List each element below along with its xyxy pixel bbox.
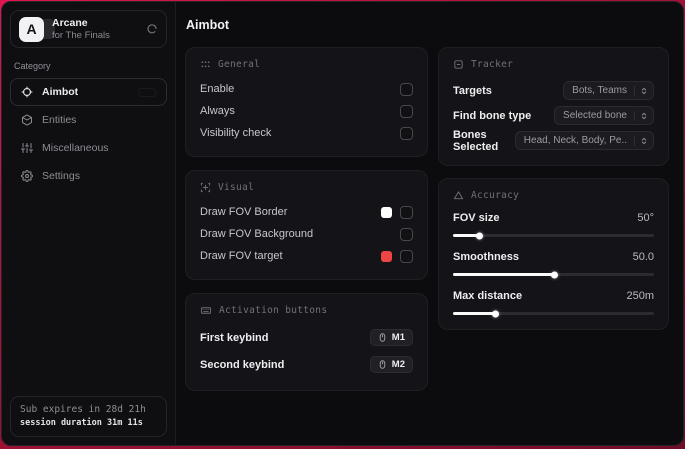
- brand-logo: A: [19, 16, 44, 42]
- setting-row-bones-selected: Bones Selected Head, Neck, Body, Pe..: [453, 128, 654, 153]
- brand-name: Arcane: [52, 16, 88, 29]
- scan-box-icon: [454, 60, 463, 69]
- gear-icon: [21, 170, 33, 182]
- card-visual: Visual Draw FOV Border Draw FOV Backgrou…: [185, 170, 428, 280]
- slider-thumb[interactable]: [492, 310, 500, 317]
- sidebar-item-label: Entities: [42, 114, 77, 126]
- sidebar-item-label: Settings: [42, 170, 80, 182]
- sidebar-item-entities[interactable]: Entities: [10, 106, 167, 134]
- page-title: Aimbot: [186, 18, 230, 32]
- draw-fov-border-checkbox[interactable]: [400, 205, 413, 219]
- card-title: General: [218, 59, 261, 70]
- crosshair-icon: [21, 86, 33, 98]
- setting-row-second-keybind: Second keybind M2: [200, 351, 413, 378]
- find-bone-type-dropdown[interactable]: Selected bone: [554, 106, 654, 125]
- sidebar-item-miscellaneous[interactable]: Miscellaneous: [10, 134, 167, 162]
- slider-row-smoothness: Smoothness 50.0: [453, 248, 654, 278]
- unfold-chevrons-icon: [634, 85, 653, 96]
- sidebar-item-settings[interactable]: Settings: [10, 162, 167, 190]
- setting-row-targets: Targets Bots, Teams: [453, 78, 654, 103]
- enable-checkbox[interactable]: [400, 82, 413, 96]
- max-distance-slider[interactable]: [453, 310, 654, 317]
- setting-row-first-keybind: First keybind M1: [200, 324, 413, 351]
- entities-box-icon: [22, 114, 32, 126]
- fov-target-color-swatch[interactable]: [381, 250, 392, 262]
- bones-selected-dropdown[interactable]: Head, Neck, Body, Pe..: [514, 131, 654, 150]
- card-activation-buttons: Activation buttons First keybind M1 Seco…: [185, 293, 428, 391]
- always-checkbox[interactable]: [400, 104, 413, 118]
- max-distance-value: 250m: [626, 290, 654, 302]
- slider-row-max-distance: Max distance 250m: [453, 287, 654, 317]
- mouse-icon: [379, 333, 385, 342]
- triangle-icon: [453, 191, 464, 200]
- sidebar: A Arcane for The Finals Category Aimbot: [2, 2, 176, 445]
- setting-row-visibility-check: Visibility check: [200, 122, 413, 144]
- visibility-check-checkbox[interactable]: [400, 126, 413, 140]
- setting-row-draw-fov-background: Draw FOV Background: [200, 223, 413, 245]
- sidebar-item-label: Miscellaneous: [42, 142, 109, 154]
- refresh-icon[interactable]: [146, 23, 158, 35]
- smoothness-slider[interactable]: [453, 271, 654, 278]
- setting-row-draw-fov-border: Draw FOV Border: [200, 201, 413, 223]
- slider-thumb[interactable]: [550, 271, 558, 278]
- slider-thumb[interactable]: [476, 232, 484, 239]
- targets-dropdown[interactable]: Bots, Teams: [563, 81, 654, 100]
- second-keybind-button[interactable]: M2: [369, 356, 413, 373]
- session-duration-text: session duration 31m 11s: [20, 418, 143, 428]
- smoothness-value: 50.0: [632, 251, 654, 263]
- card-title: Accuracy: [471, 190, 520, 201]
- setting-row-enable: Enable: [200, 78, 413, 100]
- brand-subtitle: for The Finals: [52, 29, 110, 41]
- card-title: Activation buttons: [219, 305, 328, 316]
- sub-expiry-text: Sub expires in 28d 21h: [20, 404, 146, 415]
- keybind-hint-placeholder: [138, 87, 156, 97]
- subscription-info: Sub expires in 28d 21h session duration …: [10, 396, 167, 437]
- sidebar-item-label: Aimbot: [42, 86, 79, 98]
- unfold-chevrons-icon: [634, 110, 653, 121]
- setting-row-draw-fov-target: Draw FOV target: [200, 245, 413, 267]
- card-title: Tracker: [471, 59, 514, 70]
- setting-row-always: Always: [200, 100, 413, 122]
- draw-fov-background-checkbox[interactable]: [400, 227, 413, 241]
- first-keybind-button[interactable]: M1: [369, 329, 413, 346]
- category-label: Category: [14, 61, 51, 71]
- unfold-chevrons-icon: [634, 135, 653, 146]
- sidebar-item-aimbot[interactable]: Aimbot: [10, 78, 167, 106]
- brand-header: A Arcane for The Finals: [10, 10, 167, 48]
- grid-dots-icon: [201, 61, 210, 68]
- card-title: Visual: [218, 182, 255, 193]
- card-accuracy: Accuracy FOV size 50° Smoothness 50.0 Ma…: [438, 178, 669, 330]
- fov-size-value: 50°: [637, 212, 654, 224]
- mouse-icon: [379, 360, 385, 369]
- fov-border-color-swatch[interactable]: [381, 206, 392, 218]
- keyboard-icon: [200, 307, 212, 314]
- card-general: General Enable Always Visibility check: [185, 47, 428, 157]
- main-content: Aimbot General Enable Always Visibility …: [176, 2, 683, 445]
- plus-box-icon: [200, 182, 211, 193]
- fov-size-slider[interactable]: [453, 232, 654, 239]
- draw-fov-target-checkbox[interactable]: [400, 249, 413, 263]
- app-window: A Arcane for The Finals Category Aimbot: [1, 1, 684, 446]
- slider-row-fov-size: FOV size 50°: [453, 209, 654, 239]
- card-tracker: Tracker Targets Bots, Teams Find bone ty…: [438, 47, 669, 166]
- setting-row-find-bone-type: Find bone type Selected bone: [453, 103, 654, 128]
- sliders-icon: [21, 143, 33, 153]
